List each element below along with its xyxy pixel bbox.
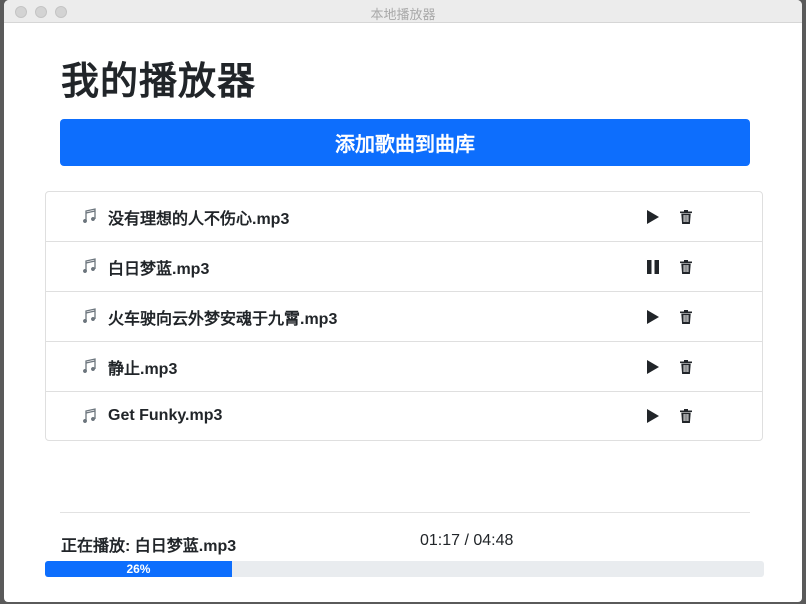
app-window: 本地播放器 我的播放器 添加歌曲到曲库 没有理想的人不伤心.mp3 白日梦蓝.m…	[4, 0, 802, 602]
song-name: 火车驶向云外梦安魂于九霄.mp3	[108, 310, 338, 328]
list-item: 静止.mp3	[46, 342, 762, 392]
music-note-icon	[83, 308, 96, 323]
play-icon[interactable]	[646, 209, 660, 224]
playback-time: 01:17 / 04:48	[420, 532, 514, 549]
now-playing-label: 正在播放: 白日梦蓝.mp3	[61, 538, 237, 555]
music-note-icon	[83, 408, 96, 423]
play-icon[interactable]	[646, 359, 660, 374]
trash-icon[interactable]	[680, 309, 692, 324]
song-name: 白日梦蓝.mp3	[108, 260, 210, 278]
music-note-icon	[83, 358, 96, 373]
list-item: 没有理想的人不伤心.mp3	[46, 192, 762, 242]
song-name: 静止.mp3	[108, 360, 178, 378]
list-item: Get Funky.mp3	[46, 392, 762, 440]
trash-icon[interactable]	[680, 259, 692, 274]
page-title: 我的播放器	[61, 61, 257, 103]
window-title: 本地播放器	[370, 7, 436, 22]
trash-icon[interactable]	[680, 209, 692, 224]
add-song-button[interactable]: 添加歌曲到曲库	[60, 119, 750, 166]
list-item: 火车驶向云外梦安魂于九霄.mp3	[46, 292, 762, 342]
pause-icon[interactable]	[646, 259, 660, 274]
song-name: Get Funky.mp3	[108, 407, 223, 424]
divider	[60, 512, 750, 513]
play-icon[interactable]	[646, 309, 660, 324]
song-name: 没有理想的人不伤心.mp3	[108, 210, 290, 228]
trash-icon[interactable]	[680, 359, 692, 374]
trash-icon[interactable]	[680, 409, 692, 423]
music-note-icon	[83, 258, 96, 273]
progress-bar[interactable]: 26%	[45, 561, 764, 577]
progress-fill: 26%	[45, 561, 232, 577]
play-icon[interactable]	[646, 409, 660, 423]
title-bar: 本地播放器	[4, 0, 802, 23]
music-note-icon	[83, 208, 96, 223]
song-list: 没有理想的人不伤心.mp3 白日梦蓝.mp3 火车驶向云外梦安魂于九霄.mp3 …	[45, 191, 763, 441]
list-item: 白日梦蓝.mp3	[46, 242, 762, 292]
